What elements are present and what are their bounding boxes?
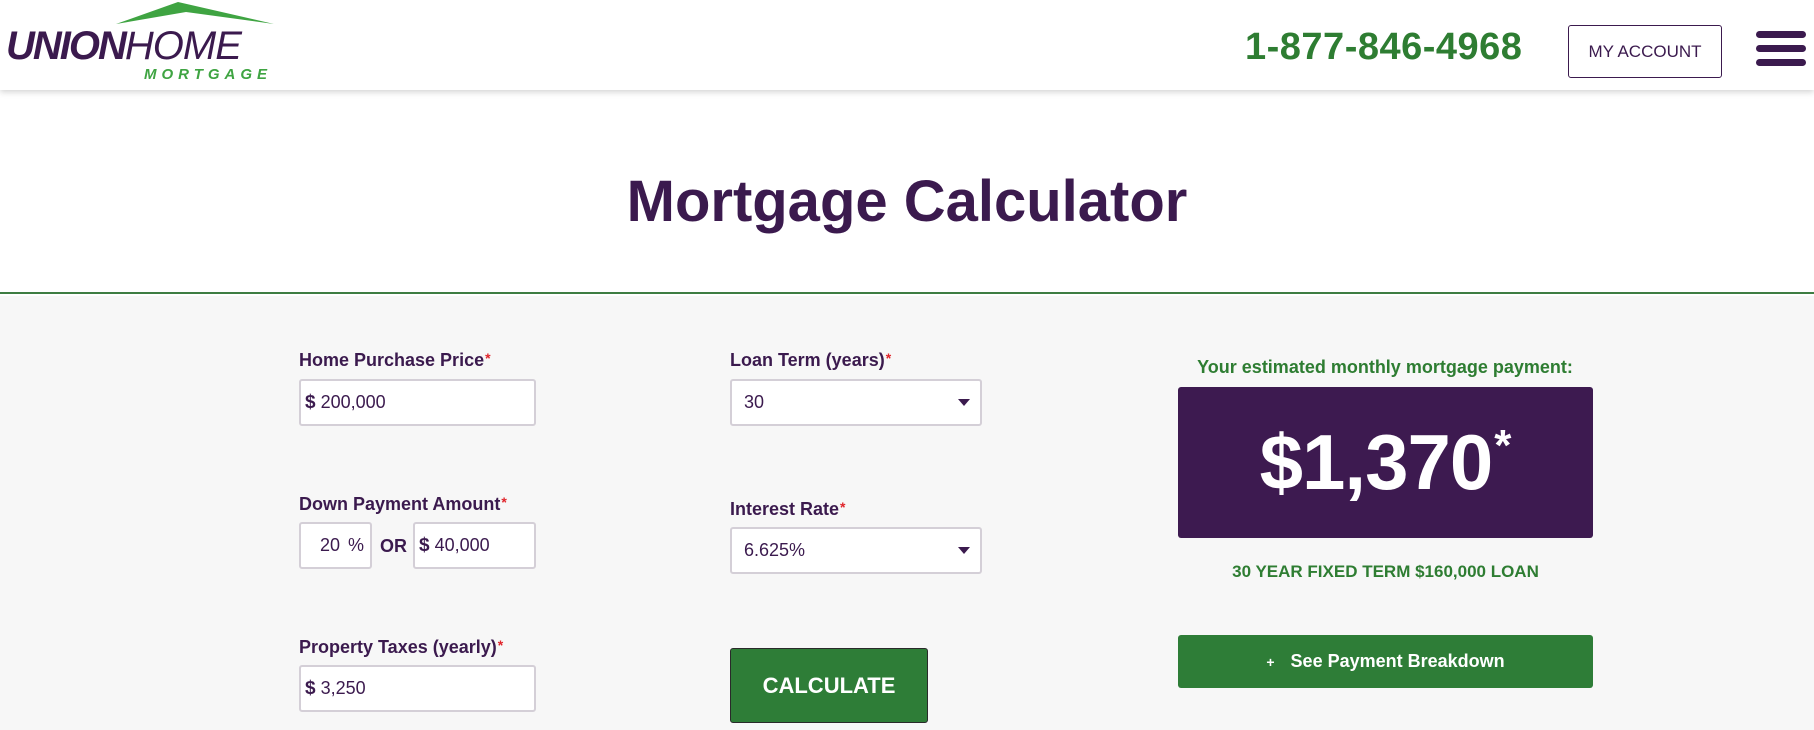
home-price-label: Home Purchase Price* [299,350,491,370]
interest-rate-label: Interest Rate* [730,499,846,519]
home-price-input[interactable]: $ 200,000 [299,379,536,426]
dollar-prefix: $ [419,534,430,556]
result-caption: Your estimated monthly mortgage payment: [1197,357,1573,377]
down-payment-label: Down Payment Amount* [299,494,507,514]
site-header: UNIONHOME MORTGAGE 1-877-846-4968 MY ACC… [0,0,1814,90]
down-payment-amount-value: 40,000 [434,535,490,555]
loan-summary: 30 YEAR FIXED TERM $160,000 LOAN [1232,562,1539,581]
or-label: OR [380,536,407,556]
property-taxes-value: 3,250 [320,678,366,698]
see-payment-breakdown-button[interactable]: + See Payment Breakdown [1178,635,1593,688]
down-payment-amount-input[interactable]: $ 40,000 [413,522,536,569]
property-taxes-input[interactable]: $ 3,250 [299,665,536,712]
logo-word-union: UNION [6,24,127,68]
dropdown-caret-icon [958,399,970,406]
interest-rate-select[interactable]: 6.625% [730,527,982,574]
breakdown-label: See Payment Breakdown [1290,651,1505,671]
percent-suffix: % [347,535,364,555]
loan-term-value: 30 [744,392,765,412]
property-taxes-label: Property Taxes (yearly)* [299,637,504,657]
interest-rate-value: 6.625% [744,540,806,560]
required-asterisk: * [497,637,504,653]
disclaimer-asterisk: * [1494,421,1512,470]
my-account-button[interactable]: MY ACCOUNT [1568,25,1722,78]
required-asterisk: * [501,494,507,510]
monthly-payment-box: $1,370 * [1178,387,1593,538]
down-payment-percent-input[interactable]: 20 % [299,522,372,569]
logo-word-home: HOME [124,24,242,68]
phone-number-link[interactable]: 1-877-846-4968 [1245,26,1522,69]
loan-term-label: Loan Term (years)* [730,350,892,370]
monthly-payment-amount: $1,370 [1259,418,1494,506]
dollar-prefix: $ [305,677,316,699]
hamburger-menu-icon[interactable] [1756,31,1806,67]
roof-icon [116,2,274,24]
dollar-prefix: $ [305,391,316,413]
plus-icon: + [1266,653,1275,670]
loan-term-select[interactable]: 30 [730,379,982,426]
title-section: Mortgage Calculator [0,90,1814,294]
calculate-button[interactable]: CALCULATE [730,648,928,723]
union-home-mortgage-logo[interactable]: UNIONHOME MORTGAGE [4,2,294,86]
down-payment-percent-value: 20 [319,535,340,555]
required-asterisk: * [840,499,846,515]
dropdown-caret-icon [958,547,970,554]
logo-tagline: MORTGAGE [144,66,273,83]
required-asterisk: * [885,350,892,366]
home-price-value: 200,000 [320,392,386,412]
page-title: Mortgage Calculator [626,169,1188,234]
required-asterisk: * [485,350,491,366]
